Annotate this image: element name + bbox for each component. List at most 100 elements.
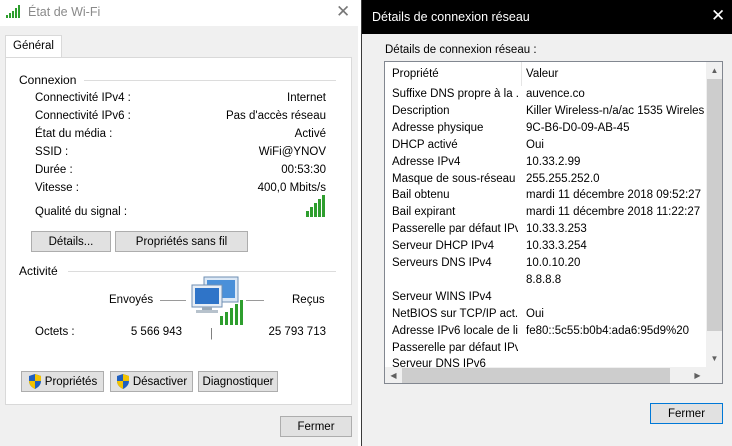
details-button[interactable]: Détails... [31, 231, 111, 252]
details-row-value: Killer Wireless-n/a/ac 1535 Wireless N [526, 104, 704, 117]
details-row-value: 255.255.252.0 [526, 172, 600, 185]
details-row-property: Bail expirant [392, 206, 456, 219]
details-row-property: Adresse physique [392, 121, 484, 134]
details-row-value: 10.33.3.254 [526, 240, 587, 253]
signal-quality-label: Qualité du signal : [35, 206, 128, 218]
details-row-value: Oui [526, 307, 544, 320]
details-row[interactable]: Adresse IPv6 locale de li... fe80::5c55:b… [385, 323, 706, 340]
wifi-close-button[interactable]: Fermer [280, 416, 352, 437]
activity-group-divider [68, 271, 336, 272]
horizontal-scrollbar[interactable]: ◀ ▶ [385, 367, 706, 383]
received-label: Reçus [292, 294, 325, 306]
details-row-value: mardi 11 décembre 2018 11:22:27 [526, 206, 701, 219]
details-close-button[interactable]: Fermer [650, 403, 723, 424]
connection-row-label: SSID : [35, 146, 69, 158]
details-caption: Détails de connexion réseau : [385, 44, 537, 56]
activity-separator: | [210, 328, 213, 340]
details-window-titlebar: Détails de connexion réseau ✕ [362, 0, 732, 34]
details-row-value: 10.0.10.20 [526, 257, 581, 269]
details-row[interactable]: NetBIOS sur TCP/IP act... Oui [385, 306, 706, 323]
details-row[interactable]: Suffixe DNS propre à la ... auvence.co [385, 86, 706, 103]
connection-row-label: État du média : [35, 128, 113, 140]
details-window-title: Détails de connexion réseau [372, 10, 530, 24]
details-row-property: Serveurs DNS IPv4 [392, 257, 492, 269]
details-row-property: Bail obtenu [392, 189, 450, 202]
details-row-value: 9C-B6-D0-09-AB-45 [526, 121, 630, 134]
details-row[interactable]: Masque de sous-réseau ... 255.255.252.0 [385, 171, 706, 188]
details-row-property: Adresse IPv6 locale de li... [392, 324, 518, 337]
details-row-value: Oui [526, 138, 544, 151]
scroll-up-arrow-icon[interactable]: ▲ [706, 62, 722, 79]
connection-group-divider [84, 80, 336, 81]
details-row[interactable]: Serveur DHCP IPv4 10.33.3.254 [385, 238, 706, 255]
octets-label: Octets : [35, 326, 75, 338]
connection-row-label: Durée : [35, 164, 73, 176]
details-row[interactable]: 8.8.8.8 [385, 272, 706, 289]
sent-bytes-value: 5 566 943 [130, 326, 182, 338]
column-separator[interactable] [521, 62, 522, 86]
details-row[interactable]: Adresse physique 9C-B6-D0-09-AB-45 [385, 120, 706, 137]
vertical-scrollbar[interactable]: ▲ ▼ [706, 62, 722, 367]
uac-shield-icon [116, 374, 129, 389]
details-row[interactable]: Serveurs DNS IPv4 10.0.10.20 [385, 255, 706, 272]
details-row[interactable]: Adresse IPv4 10.33.2.99 [385, 154, 706, 171]
details-window-close-icon[interactable]: ✕ [711, 6, 725, 26]
diagnose-button[interactable]: Diagnostiquer [198, 371, 278, 392]
details-row-value: auvence.co [526, 88, 585, 100]
connection-row-value: Internet [287, 92, 326, 104]
connection-group-title: Connexion [19, 73, 77, 87]
horizontal-scroll-thumb[interactable] [402, 368, 670, 383]
scrollbar-corner [706, 367, 722, 383]
connection-row-value: Activé [294, 128, 326, 140]
details-row-property: Description [392, 104, 450, 117]
details-row-property: Passerelle par défaut IPv4 [392, 223, 518, 236]
properties-button-label: Propriétés [44, 375, 98, 388]
uac-shield-icon [28, 374, 41, 389]
disable-button[interactable]: Désactiver [110, 371, 193, 392]
column-header-value[interactable]: Valeur [526, 68, 558, 80]
connection-row-value: 00:53:30 [281, 164, 326, 176]
wifi-signal-icon [6, 5, 20, 18]
scroll-down-arrow-icon[interactable]: ▼ [706, 350, 722, 367]
details-row-value: fe80::5c55:b0b4:ada6:95d9%20 [526, 324, 690, 337]
wifi-window-close-icon[interactable]: ✕ [336, 2, 350, 22]
details-row[interactable]: Serveur WINS IPv4 [385, 289, 706, 306]
connection-row-label: Connectivité IPv4 : [35, 92, 131, 104]
details-row[interactable]: Serveur DNS IPv6 [385, 356, 706, 367]
connection-row-value: 400,0 Mbits/s [257, 182, 326, 194]
scroll-left-arrow-icon[interactable]: ◀ [385, 367, 402, 383]
connection-details-window: Détails de connexion réseau ✕ Détails de… [361, 0, 732, 446]
details-row-value: 8.8.8.8 [526, 273, 562, 286]
disable-button-label: Désactiver [132, 375, 188, 388]
connection-row-value: Pas d'accès réseau [225, 110, 326, 122]
column-header-property[interactable]: Propriété [392, 68, 439, 80]
details-row[interactable]: DHCP activé Oui [385, 137, 706, 154]
details-row[interactable]: Passerelle par défaut IPv4 10.33.3.253 [385, 221, 706, 238]
details-row-value: mardi 11 décembre 2018 09:52:27 [526, 189, 701, 202]
details-row-property: Suffixe DNS propre à la ... [392, 88, 518, 100]
details-row-property: Serveur WINS IPv4 [392, 290, 492, 303]
network-computers-icon [191, 276, 243, 325]
properties-button[interactable]: Propriétés [21, 371, 104, 392]
wifi-status-window: État de Wi-Fi ✕ Général Connexion Connec… [0, 0, 358, 446]
details-row-value: 10.33.2.99 [526, 155, 581, 168]
vertical-scroll-thumb[interactable] [707, 79, 722, 331]
details-row[interactable]: Description Killer Wireless-n/a/ac 1535 W… [385, 103, 706, 120]
received-line [246, 300, 264, 301]
details-row[interactable]: Passerelle par défaut IPv6 [385, 340, 706, 357]
details-list[interactable]: Propriété Valeur Suffixe DNS propre à la… [384, 61, 723, 384]
tab-general[interactable]: Général [5, 35, 62, 58]
details-row[interactable]: Bail expirant mardi 11 décembre 2018 11:2… [385, 204, 706, 221]
list-header: Propriété Valeur [385, 62, 706, 86]
details-row-property: Serveur DNS IPv6 [392, 358, 486, 367]
details-row[interactable]: Bail obtenu mardi 11 décembre 2018 09:52:… [385, 187, 706, 204]
details-row-property: Masque de sous-réseau ... [392, 172, 518, 185]
wifi-window-title: État de Wi-Fi [28, 5, 101, 19]
details-row-property: DHCP activé [392, 138, 458, 151]
sent-line [160, 300, 186, 301]
wifi-window-titlebar: État de Wi-Fi ✕ [0, 0, 358, 26]
wireless-properties-button[interactable]: Propriétés sans fil [115, 231, 248, 252]
general-tab-panel: Connexion Connectivité IPv4 : Internet Con… [5, 57, 352, 405]
connection-row-value: WiFi@YNOV [258, 146, 326, 158]
scroll-right-arrow-icon[interactable]: ▶ [689, 367, 706, 383]
